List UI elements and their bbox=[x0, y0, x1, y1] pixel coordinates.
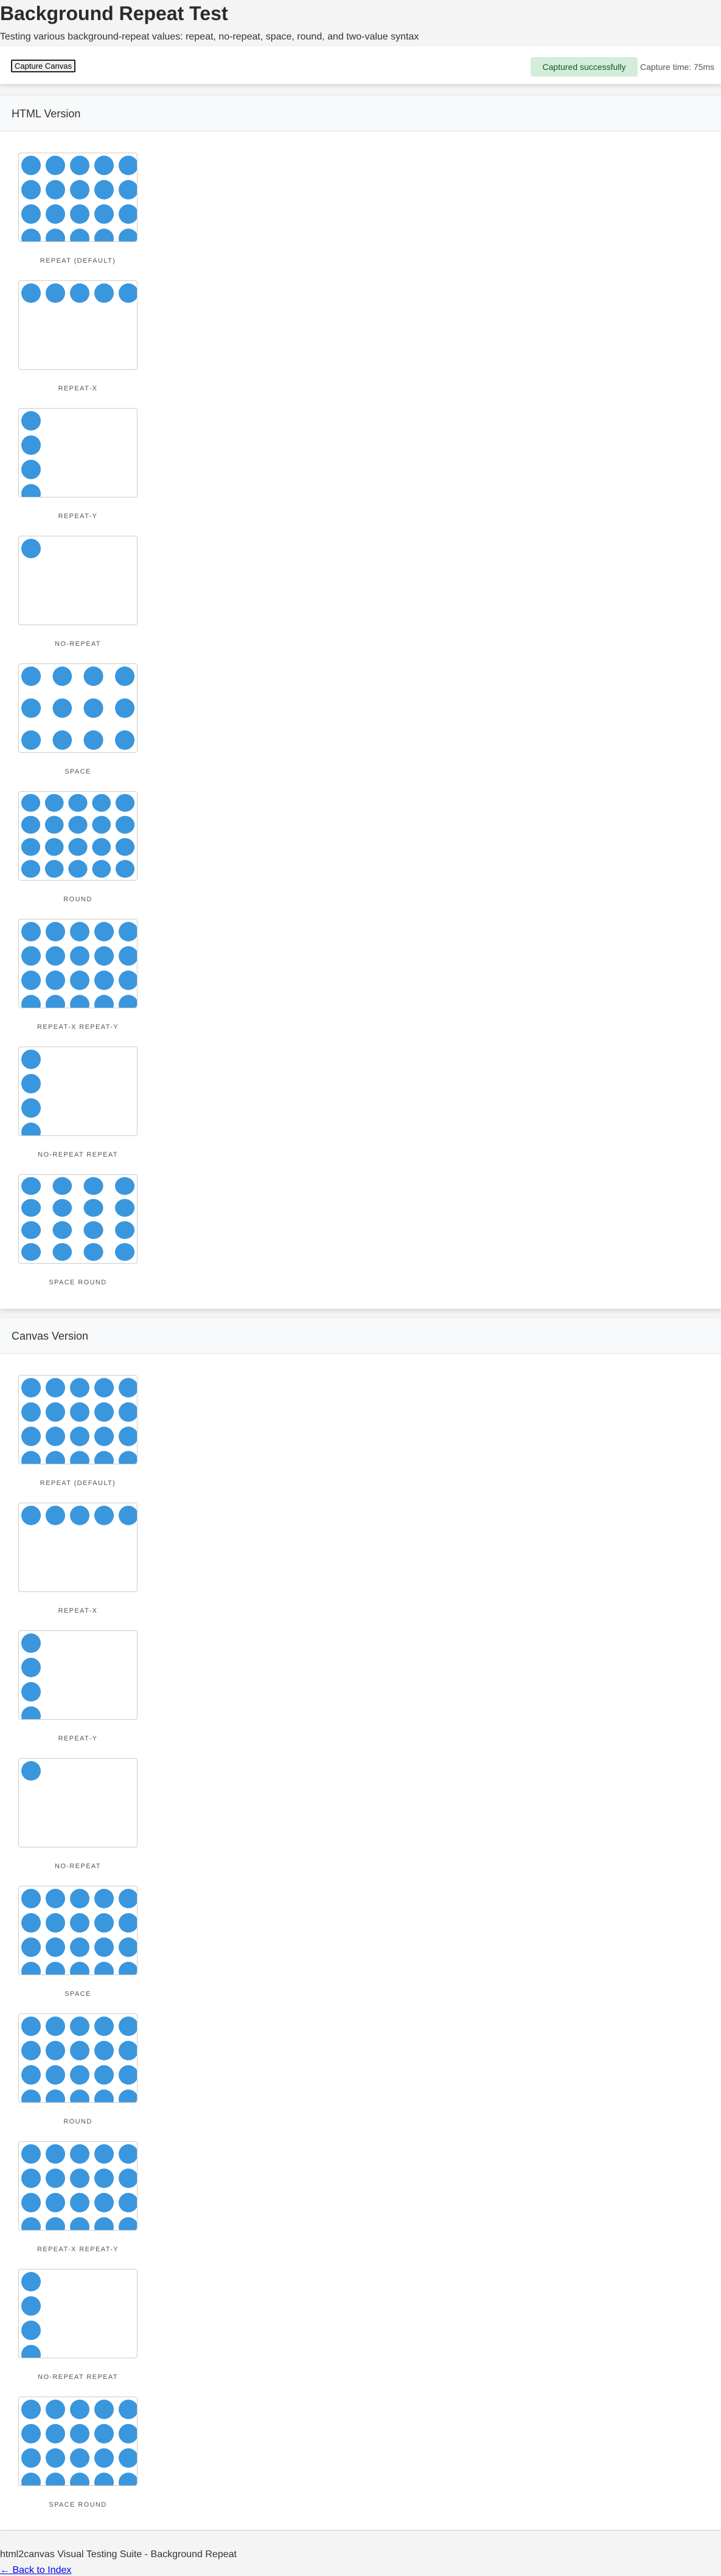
section-title: Canvas Version bbox=[12, 1330, 89, 1342]
case-label: NO-REPEAT bbox=[55, 640, 101, 648]
background-repeat-box bbox=[18, 1630, 138, 1720]
background-repeat-box bbox=[18, 280, 138, 370]
background-repeat-box bbox=[18, 1174, 138, 1264]
test-case: NO-REPEAT bbox=[18, 1758, 138, 1870]
capture-canvas-button[interactable]: Capture Canvas bbox=[11, 60, 75, 72]
page-title: Background Repeat Test bbox=[0, 2, 228, 24]
case-label: NO-REPEAT bbox=[55, 1863, 101, 1870]
circle-pattern bbox=[19, 1503, 137, 1591]
test-case: SPACE ROUND bbox=[18, 1174, 138, 1286]
circle-pattern bbox=[19, 153, 137, 241]
case-label: REPEAT-X REPEAT-Y bbox=[37, 1023, 119, 1031]
test-case: SPACE ROUND bbox=[18, 2397, 138, 2508]
circle-pattern bbox=[19, 919, 137, 1008]
circle-pattern bbox=[19, 2142, 137, 2230]
background-repeat-box bbox=[18, 1886, 138, 1975]
background-repeat-box bbox=[18, 153, 138, 242]
circle-pattern bbox=[19, 1886, 137, 1975]
circle-pattern bbox=[19, 1047, 137, 1135]
case-label: REPEAT (DEFAULT) bbox=[40, 1480, 116, 1487]
circle-pattern bbox=[19, 1631, 137, 1719]
test-case: NO-REPEAT bbox=[18, 536, 138, 648]
footer: html2canvas Visual Testing Suite - Backg… bbox=[0, 2531, 721, 2576]
case-label: SPACE bbox=[64, 1990, 91, 1998]
test-case: REPEAT (DEFAULT) bbox=[18, 153, 138, 265]
test-case: REPEAT-X bbox=[18, 280, 138, 392]
background-repeat-box bbox=[18, 663, 138, 753]
circle-pattern bbox=[19, 536, 137, 625]
section-title: HTML Version bbox=[12, 108, 81, 120]
footer-text: html2canvas Visual Testing Suite - Backg… bbox=[0, 2549, 237, 2560]
circle-pattern bbox=[19, 2014, 137, 2102]
test-case: REPEAT (DEFAULT) bbox=[18, 1375, 138, 1487]
case-label: REPEAT-Y bbox=[58, 513, 98, 520]
case-label: NO-REPEAT REPEAT bbox=[38, 2373, 118, 2381]
test-case: REPEAT-Y bbox=[18, 408, 138, 520]
test-case: ROUND bbox=[18, 791, 138, 903]
test-case: REPEAT-X REPEAT-Y bbox=[18, 919, 138, 1031]
back-to-index-link[interactable]: ← Back to Index bbox=[0, 2565, 71, 2576]
background-repeat-box bbox=[18, 1758, 138, 1847]
circle-pattern bbox=[19, 2397, 137, 2485]
case-label: REPEAT-X REPEAT-Y bbox=[37, 2246, 119, 2253]
circle-pattern bbox=[19, 792, 137, 880]
circle-pattern bbox=[19, 1759, 137, 1847]
background-repeat-box bbox=[18, 1047, 138, 1136]
background-repeat-box bbox=[18, 2269, 138, 2358]
background-repeat-box bbox=[18, 919, 138, 1008]
circle-pattern bbox=[19, 1376, 137, 1464]
case-label: SPACE bbox=[64, 768, 91, 775]
section-header: Canvas Version bbox=[0, 1318, 721, 1354]
case-label: SPACE ROUND bbox=[49, 1279, 107, 1286]
test-case: SPACE bbox=[18, 1886, 138, 1998]
status-badge: Captured successfully bbox=[531, 57, 638, 77]
background-repeat-box bbox=[18, 1375, 138, 1464]
background-repeat-box bbox=[18, 1503, 138, 1592]
case-label: REPEAT-Y bbox=[58, 1735, 98, 1742]
test-case: SPACE bbox=[18, 663, 138, 775]
case-label: REPEAT (DEFAULT) bbox=[40, 257, 116, 265]
case-label: NO-REPEAT REPEAT bbox=[38, 1151, 118, 1158]
page-subtitle: Testing various background-repeat values… bbox=[0, 32, 419, 42]
test-case: REPEAT-X REPEAT-Y bbox=[18, 2141, 138, 2253]
case-label: REPEAT-X bbox=[58, 385, 98, 392]
background-repeat-box bbox=[18, 2397, 138, 2486]
circle-pattern bbox=[19, 1175, 137, 1263]
background-repeat-box bbox=[18, 2013, 138, 2103]
test-case: NO-REPEAT REPEAT bbox=[18, 2269, 138, 2381]
test-case: REPEAT-X bbox=[18, 1503, 138, 1615]
background-repeat-box bbox=[18, 791, 138, 881]
case-label: ROUND bbox=[63, 2118, 92, 2125]
background-repeat-box bbox=[18, 536, 138, 625]
test-case: NO-REPEAT REPEAT bbox=[18, 1047, 138, 1158]
circle-pattern bbox=[19, 2270, 137, 2358]
circle-pattern bbox=[19, 281, 137, 369]
capture-time: Capture time: 75ms bbox=[640, 62, 715, 72]
test-case: REPEAT-Y bbox=[18, 1630, 138, 1742]
test-case: ROUND bbox=[18, 2013, 138, 2125]
circle-pattern bbox=[19, 409, 137, 497]
circle-pattern bbox=[19, 664, 137, 752]
background-repeat-box bbox=[18, 2141, 138, 2231]
html-version-section: HTML Version REPEAT (DEFAULT) REPEAT-X REP… bbox=[0, 96, 721, 1309]
section-header: HTML Version bbox=[0, 96, 721, 131]
case-label: SPACE ROUND bbox=[49, 2501, 107, 2508]
case-label: ROUND bbox=[63, 896, 92, 903]
toolbar: Capture Canvas Captured successfully Cap… bbox=[0, 46, 721, 84]
background-repeat-box bbox=[18, 408, 138, 497]
case-label: REPEAT-X bbox=[58, 1607, 98, 1615]
canvas-version-section: Canvas Version REPEAT (DEFAULT) REPEAT-X R… bbox=[0, 1318, 721, 2530]
